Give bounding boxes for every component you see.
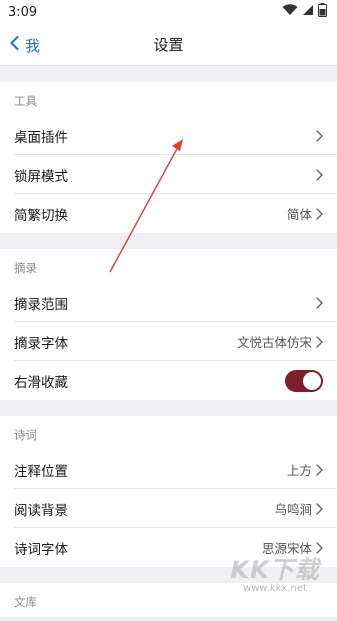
setting-label: 阅读背景 (14, 502, 68, 519)
setting-label: 简繁切换 (14, 207, 68, 224)
chevron-right-icon (316, 296, 323, 309)
section-gap (0, 400, 337, 416)
chevron-right-icon (316, 541, 323, 554)
setting-row-script-conversion[interactable]: 简繁切换 简体 (0, 194, 337, 233)
setting-row-lock-screen-mode[interactable]: 锁屏模式 (0, 155, 337, 194)
setting-label: 诗词字体 (14, 541, 68, 558)
setting-value: 简体 (286, 207, 312, 222)
setting-row-poetry-font[interactable]: 诗词字体 思源宋体 (0, 528, 337, 567)
section-header-library: 文库 (14, 595, 37, 609)
setting-label: 注释位置 (14, 463, 68, 480)
setting-row-reading-background[interactable]: 阅读背景 乌鸣涧 (0, 489, 337, 528)
setting-value: 上方 (286, 463, 312, 478)
section-excerpt: 摘录 摘录范围 摘录字体 文悦古体仿宋 右滑收藏 (0, 249, 337, 400)
section-gap (0, 233, 337, 249)
back-label: 我 (25, 36, 41, 55)
section-header-excerpt: 摘录 (14, 261, 37, 275)
chevron-left-icon (10, 36, 25, 54)
toggle-knob (303, 371, 321, 390)
chevron-right-icon (316, 207, 323, 220)
page-title: 设置 (153, 36, 184, 54)
chevron-right-icon (316, 129, 323, 142)
setting-label: 右滑收藏 (14, 374, 68, 391)
swipe-favorite-toggle[interactable] (285, 369, 323, 392)
status-icons (282, 3, 327, 21)
setting-value: 乌鸣涧 (274, 502, 312, 517)
chevron-right-icon (316, 502, 323, 515)
setting-value: 思源宋体 (261, 541, 312, 556)
setting-row-annotation-position[interactable]: 注释位置 上方 (0, 450, 337, 489)
setting-label: 桌面插件 (14, 129, 68, 146)
setting-row-excerpt-font[interactable]: 摘录字体 文悦古体仿宋 (0, 322, 337, 361)
chevron-right-icon (316, 168, 323, 181)
section-header-tools: 工具 (14, 94, 37, 108)
status-time: 3:09 (8, 4, 38, 20)
setting-row-desktop-widget[interactable]: 桌面插件 (0, 116, 337, 155)
navigation-bar: 我 设置 (0, 24, 337, 66)
setting-label: 摘录范围 (14, 296, 68, 313)
setting-row-excerpt-range[interactable]: 摘录范围 (0, 283, 337, 322)
setting-row-swipe-to-favorite: 右滑收藏 (0, 361, 337, 400)
setting-value: 文悦古体仿宋 (236, 335, 312, 350)
section-tools: 工具 桌面插件 锁屏模式 简繁切换 简体 (0, 82, 337, 233)
signal-icon (302, 4, 314, 20)
setting-label: 摘录字体 (14, 335, 68, 352)
battery-icon (318, 3, 327, 21)
section-gap (0, 66, 337, 82)
chevron-right-icon (316, 463, 323, 476)
back-button[interactable]: 我 (10, 24, 40, 66)
section-gap (0, 567, 337, 583)
wifi-icon (282, 4, 298, 20)
chevron-right-icon (316, 335, 323, 348)
section-header-poetry: 诗词 (14, 428, 37, 442)
status-bar: 3:09 (0, 0, 337, 24)
section-poetry: 诗词 注释位置 上方 阅读背景 乌鸣涧 诗词字体 思源宋体 (0, 416, 337, 567)
settings-list: 工具 桌面插件 锁屏模式 简繁切换 简体 摘录 摘录范围 摘录字体 文悦古体仿宋… (0, 66, 337, 617)
setting-label: 锁屏模式 (14, 168, 68, 185)
section-library: 文库 (0, 583, 337, 617)
